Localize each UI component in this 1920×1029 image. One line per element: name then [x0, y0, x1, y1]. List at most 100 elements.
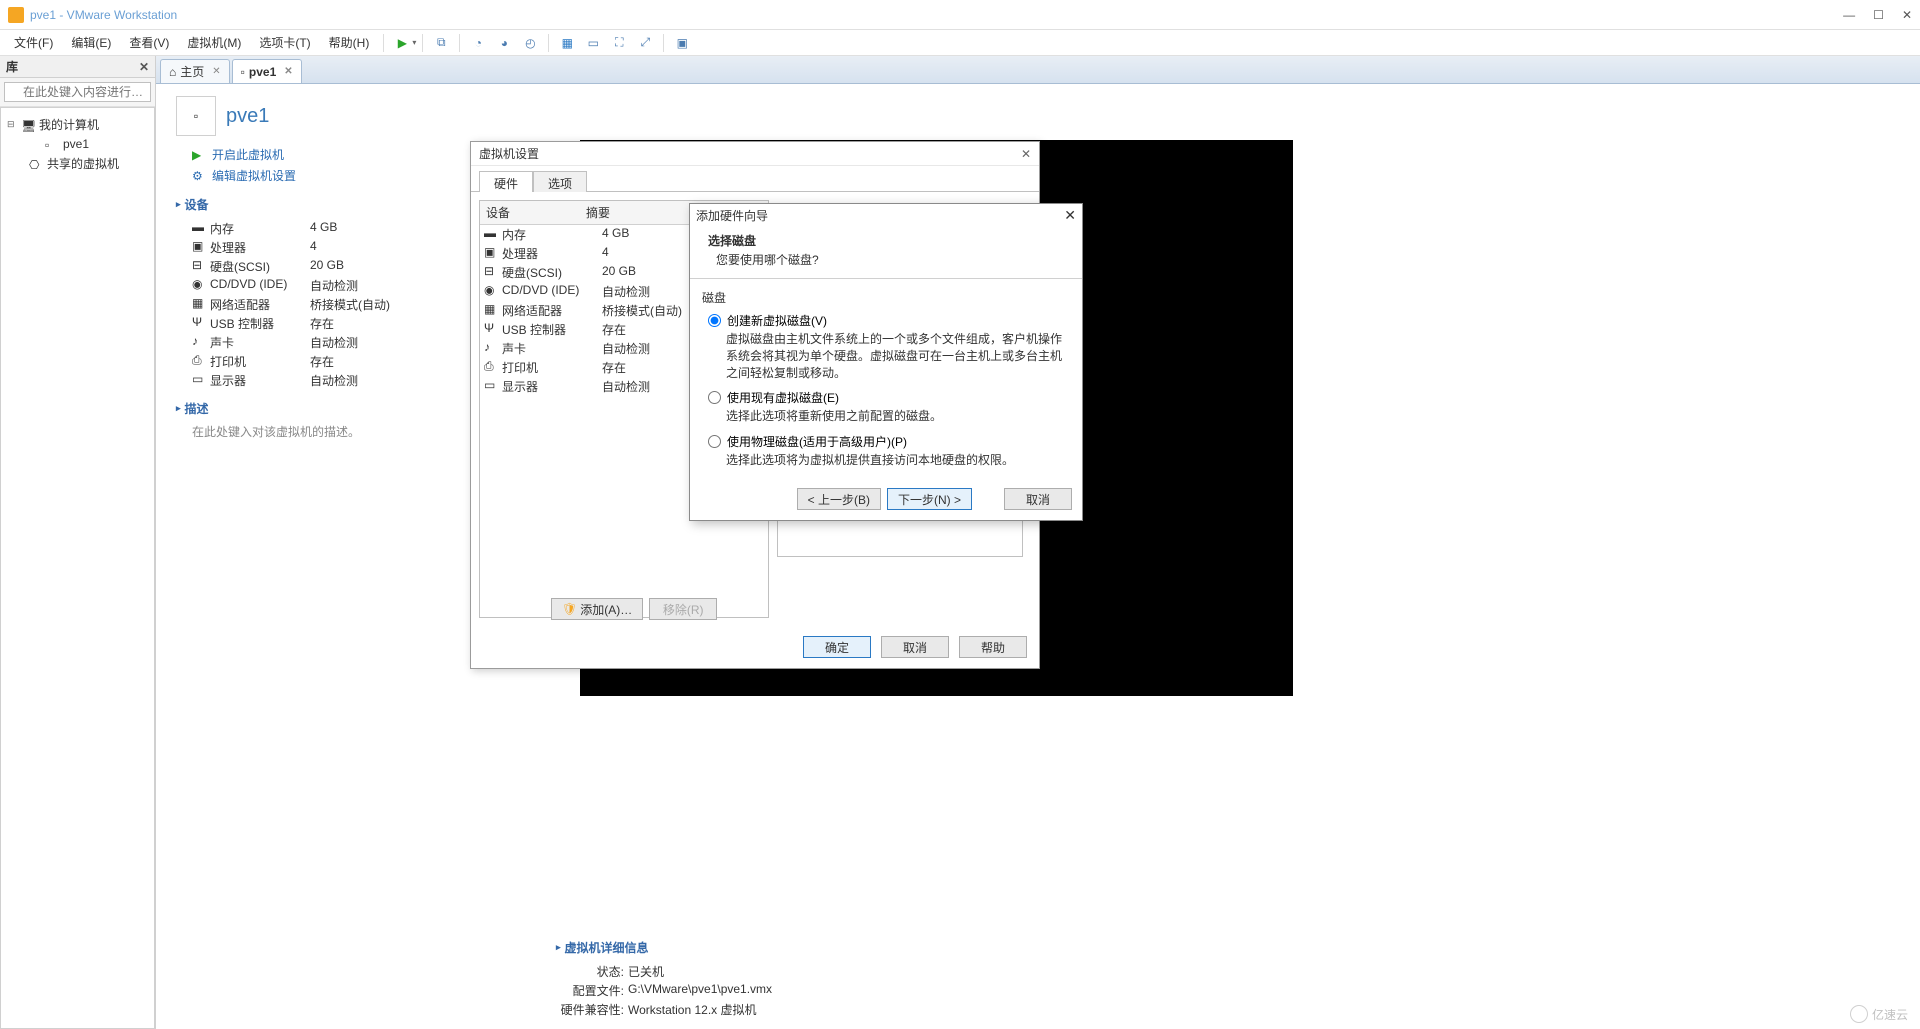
wizard-heading: 选择磁盘	[708, 232, 1064, 249]
wizard-title: 添加硬件向导	[696, 207, 768, 224]
tree-toggle-icon[interactable]: ⊟	[7, 119, 17, 130]
gear-icon: ⚙	[192, 169, 206, 183]
snapshot-button[interactable]: ◔	[466, 32, 490, 54]
settings-tab-options[interactable]: 选项	[533, 171, 587, 192]
library-close-button[interactable]: ✕	[139, 60, 149, 74]
wizard-next-button[interactable]: 下一步(N) >	[887, 488, 972, 510]
sound-icon: ♪	[484, 340, 502, 357]
separator	[548, 34, 549, 52]
detail-value: 已关机	[628, 963, 664, 980]
settings-cancel-button[interactable]: 取消	[881, 636, 949, 658]
wizard-cancel-button[interactable]: 取消	[1004, 488, 1072, 510]
tab-close-button[interactable]: ✕	[212, 66, 220, 77]
cdrom-icon: ◉	[484, 283, 502, 300]
option-description: 选择此选项将为虚拟机提供直接访问本地硬盘的权限。	[726, 452, 1070, 469]
app-icon	[8, 7, 24, 23]
library-header: 库 ✕	[0, 56, 155, 78]
unity-button[interactable]: ▭	[581, 32, 605, 54]
wizard-option-create-new[interactable]: 创建新虚拟磁盘(V)	[708, 312, 1070, 329]
printer-icon: ⎙	[192, 353, 210, 370]
menu-help[interactable]: 帮助(H)	[321, 31, 378, 54]
library-tree: ⊟ 🖥 我的计算机 ▫ pve1 ⎔ 共享的虚拟机	[0, 107, 155, 1029]
tree-node-shared[interactable]: ⎔ 共享的虚拟机	[5, 153, 150, 174]
tab-home[interactable]: ⌂ 主页 ✕	[160, 59, 230, 83]
disk-icon: ⊟	[484, 264, 502, 281]
wizard-option-use-existing[interactable]: 使用现有虚拟磁盘(E)	[708, 389, 1070, 406]
display-icon: ▭	[192, 372, 210, 389]
tree-label: 共享的虚拟机	[47, 155, 119, 172]
tab-label: 主页	[180, 63, 204, 80]
snapshot-manage-button[interactable]: ◴	[518, 32, 542, 54]
usb-icon: Ψ	[192, 315, 210, 332]
power-dropdown[interactable]: ▾	[412, 38, 416, 47]
stretch-button[interactable]: ⤢	[633, 32, 657, 54]
vm-details-title[interactable]: 虚拟机详细信息	[556, 939, 772, 956]
memory-icon: ▬	[192, 220, 210, 237]
radio-physical[interactable]	[708, 435, 721, 448]
tree-label: pve1	[63, 137, 89, 151]
library-title: 库	[6, 58, 18, 75]
watermark-logo-icon	[1850, 1005, 1868, 1023]
settings-help-button[interactable]: 帮助	[959, 636, 1027, 658]
radio-use-existing[interactable]	[708, 391, 721, 404]
menu-edit[interactable]: 编辑(E)	[63, 31, 119, 54]
tree-node-pve1[interactable]: ▫ pve1	[5, 135, 150, 153]
settings-title: 虚拟机设置	[479, 145, 539, 162]
menu-vm[interactable]: 虚拟机(M)	[179, 31, 249, 54]
menu-tabs[interactable]: 选项卡(T)	[251, 31, 318, 54]
library-panel: 库 ✕ ⊟ 🖥 我的计算机 ▫ pve1 ⎔ 共享的虚拟机	[0, 56, 156, 1029]
wizard-option-physical[interactable]: 使用物理磁盘(适用于高级用户)(P)	[708, 433, 1070, 450]
display-icon: ▭	[484, 378, 502, 395]
window-close-button[interactable]: ✕	[1902, 8, 1912, 22]
col-device: 设备	[480, 201, 580, 224]
remove-device-button[interactable]: 移除(R)	[649, 598, 717, 620]
console-button[interactable]: ▣	[670, 32, 694, 54]
home-icon: ⌂	[169, 65, 176, 79]
fullscreen-button[interactable]: ⛶	[607, 32, 631, 54]
vm-icon: ▫	[241, 65, 245, 79]
revert-button[interactable]: ◕	[492, 32, 516, 54]
disk-icon: ⊟	[192, 258, 210, 275]
wizard-group-label: 磁盘	[702, 289, 1070, 306]
vm-large-icon: ▫	[176, 96, 216, 136]
radio-create-new[interactable]	[708, 314, 721, 327]
tab-pve1[interactable]: ▫ pve1 ✕	[232, 59, 302, 83]
add-device-button[interactable]: 🛡添加(A)…	[551, 598, 643, 620]
window-max-button[interactable]: ☐	[1873, 8, 1884, 22]
menubar: 文件(F) 编辑(E) 查看(V) 虚拟机(M) 选项卡(T) 帮助(H) ▶ …	[0, 30, 1920, 56]
detail-key: 硬件兼容性:	[556, 1001, 624, 1018]
cdrom-icon: ◉	[192, 277, 210, 294]
vm-name-heading: pve1	[226, 105, 269, 128]
settings-close-button[interactable]: ✕	[1021, 147, 1031, 161]
shared-icon: ⎔	[29, 158, 43, 170]
tab-close-button[interactable]: ✕	[284, 66, 292, 77]
col-summary: 摘要	[580, 201, 616, 224]
cpu-icon: ▣	[484, 245, 502, 262]
tile-button[interactable]: ▦	[555, 32, 579, 54]
shield-icon: 🛡	[562, 602, 577, 616]
sound-icon: ♪	[192, 334, 210, 351]
settings-ok-button[interactable]: 确定	[803, 636, 871, 658]
option-label: 使用现有虚拟磁盘(E)	[727, 389, 839, 406]
separator	[383, 34, 384, 52]
menu-file[interactable]: 文件(F)	[6, 31, 61, 54]
network-icon: ▦	[192, 296, 210, 313]
tab-label: pve1	[249, 65, 276, 79]
play-icon: ▶	[192, 148, 206, 162]
wizard-back-button[interactable]: < 上一步(B)	[797, 488, 881, 510]
suspend-button[interactable]: ⧉	[429, 32, 453, 54]
add-hardware-wizard: 添加硬件向导 ✕ 选择磁盘 您要使用哪个磁盘? 磁盘 创建新虚拟磁盘(V) 虚拟…	[689, 203, 1083, 521]
power-on-button[interactable]: ▶	[390, 32, 414, 54]
library-search-input[interactable]	[4, 82, 151, 102]
memory-icon: ▬	[484, 226, 502, 243]
wizard-close-button[interactable]: ✕	[1064, 207, 1076, 224]
tree-node-my-computer[interactable]: ⊟ 🖥 我的计算机	[5, 114, 150, 135]
menu-view[interactable]: 查看(V)	[121, 31, 177, 54]
window-min-button[interactable]: —	[1843, 8, 1855, 22]
vm-details-section: 虚拟机详细信息 状态:已关机 配置文件:G:\VMware\pve1\pve1.…	[556, 929, 772, 1019]
watermark: 亿速云	[1850, 1005, 1908, 1023]
settings-tab-hardware[interactable]: 硬件	[479, 171, 533, 192]
separator	[422, 34, 423, 52]
start-vm-label: 开启此虚拟机	[212, 146, 284, 163]
option-description: 选择此选项将重新使用之前配置的磁盘。	[726, 408, 1070, 425]
